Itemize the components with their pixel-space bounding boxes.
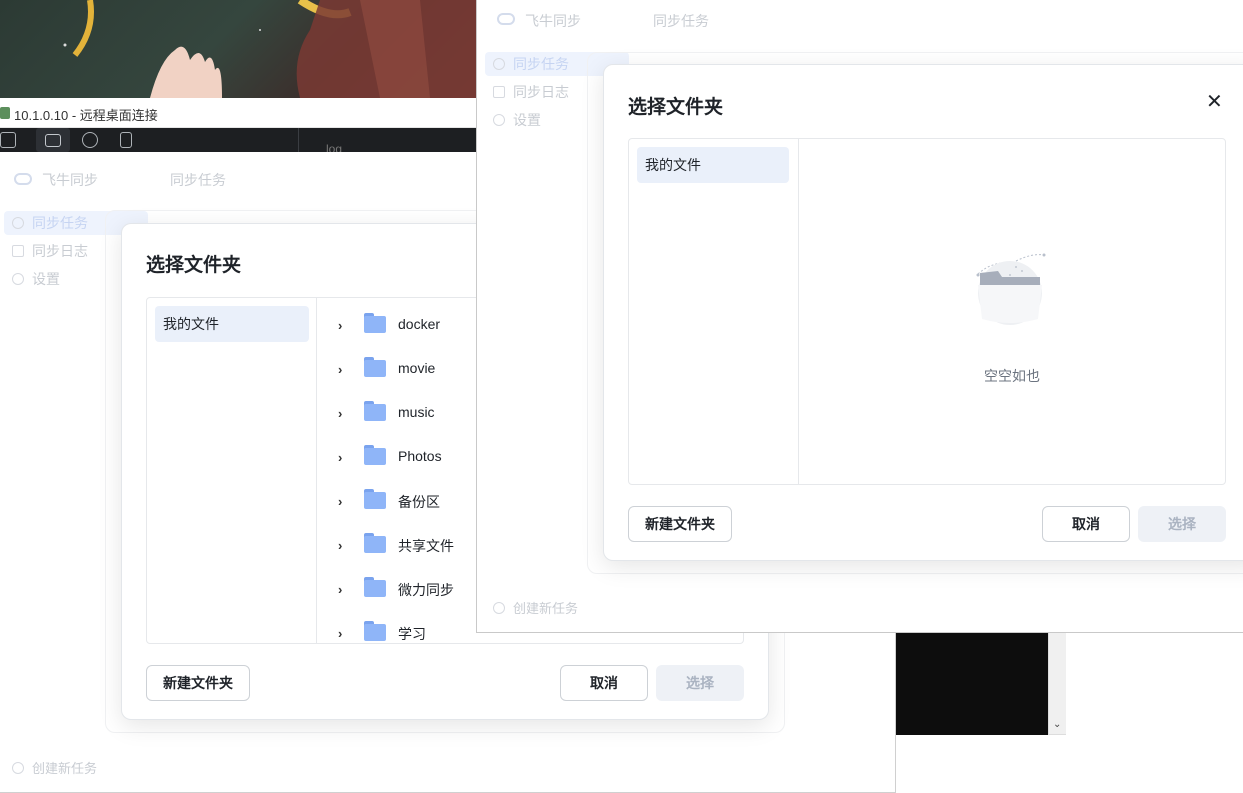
select-button[interactable]: 选择	[656, 665, 744, 701]
cancel-button[interactable]: 取消	[1042, 506, 1130, 542]
folder-icon	[364, 621, 386, 641]
scroll-down-icon[interactable]: ⌄	[1053, 719, 1061, 730]
empty-state-text: 空空如也	[984, 368, 1040, 384]
page-title: 同步任务	[653, 13, 709, 29]
chevron-right-icon[interactable]: ›	[338, 318, 342, 333]
select-button[interactable]: 选择	[1138, 506, 1226, 542]
device-icon[interactable]	[120, 132, 132, 148]
folder-icon	[364, 533, 386, 553]
gear-icon	[12, 273, 24, 285]
empty-state: 空空如也	[800, 139, 1225, 484]
chevron-right-icon[interactable]: ›	[338, 626, 342, 641]
nav-item-settings[interactable]: 设置	[12, 267, 60, 291]
search-icon[interactable]	[82, 132, 98, 148]
folder-browser-panel: 我的文件 空空如也	[628, 138, 1226, 485]
app-name: 飞牛同步	[525, 13, 581, 29]
cancel-button[interactable]: 取消	[560, 665, 648, 701]
create-task-button[interactable]: 创建新任务	[12, 757, 97, 781]
close-icon[interactable]: ✕	[1206, 92, 1223, 112]
folder-icon	[364, 577, 386, 597]
page-title: 同步任务	[170, 172, 226, 188]
location-sidebar: 我的文件	[147, 298, 317, 643]
plus-circle-icon	[493, 602, 505, 614]
chevron-right-icon[interactable]: ›	[338, 450, 342, 465]
create-task-button[interactable]: 创建新任务	[493, 597, 578, 621]
terminal-pane	[896, 633, 1048, 735]
empty-folder-icon	[976, 253, 1046, 325]
sidebar-item-my-files[interactable]: 我的文件	[637, 147, 789, 183]
log-icon	[12, 245, 24, 257]
chevron-right-icon[interactable]: ›	[338, 494, 342, 509]
chevron-right-icon[interactable]: ›	[338, 406, 342, 421]
sync-icon	[493, 58, 505, 70]
rdp-app-icon	[0, 107, 10, 119]
folder-icon	[364, 313, 386, 333]
sidebar-toggle-icon[interactable]	[0, 132, 16, 148]
dialog-title: 选择文件夹	[628, 97, 724, 118]
rdp-titlebar: 10.1.0.10 - 远程桌面连接	[0, 98, 476, 128]
gear-icon	[493, 114, 505, 126]
desktop-wallpaper	[0, 0, 476, 98]
rdp-window-title: 10.1.0.10 - 远程桌面连接	[14, 108, 158, 123]
app-name: 飞牛同步	[42, 172, 98, 188]
sidebar-item-my-files[interactable]: 我的文件	[155, 306, 309, 342]
nav-item-sync-log[interactable]: 同步日志	[12, 239, 88, 263]
app-logo-icon	[14, 173, 32, 185]
folder-icon	[364, 401, 386, 421]
location-sidebar: 我的文件	[629, 139, 799, 484]
folder-icon	[45, 134, 61, 147]
folder-icon	[364, 445, 386, 465]
wallpaper-art	[63, 0, 476, 98]
log-icon	[493, 86, 505, 98]
nav-item-sync-log[interactable]: 同步日志	[493, 80, 569, 104]
front-select-folder-dialog: 选择文件夹 ✕ 我的文件 空空如也 新建文件夹 取消 选择	[603, 64, 1243, 561]
app-logo-icon	[497, 13, 515, 25]
folder-icon	[364, 357, 386, 377]
chevron-right-icon[interactable]: ›	[338, 538, 342, 553]
sync-icon	[12, 217, 24, 229]
chevron-right-icon[interactable]: ›	[338, 582, 342, 597]
plus-circle-icon	[12, 762, 24, 774]
new-folder-button[interactable]: 新建文件夹	[628, 506, 732, 542]
front-app-header: 飞牛同步 同步任务	[477, 0, 1243, 56]
toolbar-divider	[298, 128, 299, 152]
dialog-title: 选择文件夹	[146, 255, 242, 276]
nav-item-settings[interactable]: 设置	[493, 108, 541, 132]
chevron-right-icon[interactable]: ›	[338, 362, 342, 377]
scrollbar[interactable]: ⌄	[1048, 633, 1066, 735]
new-folder-button[interactable]: 新建文件夹	[146, 665, 250, 701]
rdp-toolbar: log	[0, 128, 476, 156]
folder-icon	[364, 489, 386, 509]
